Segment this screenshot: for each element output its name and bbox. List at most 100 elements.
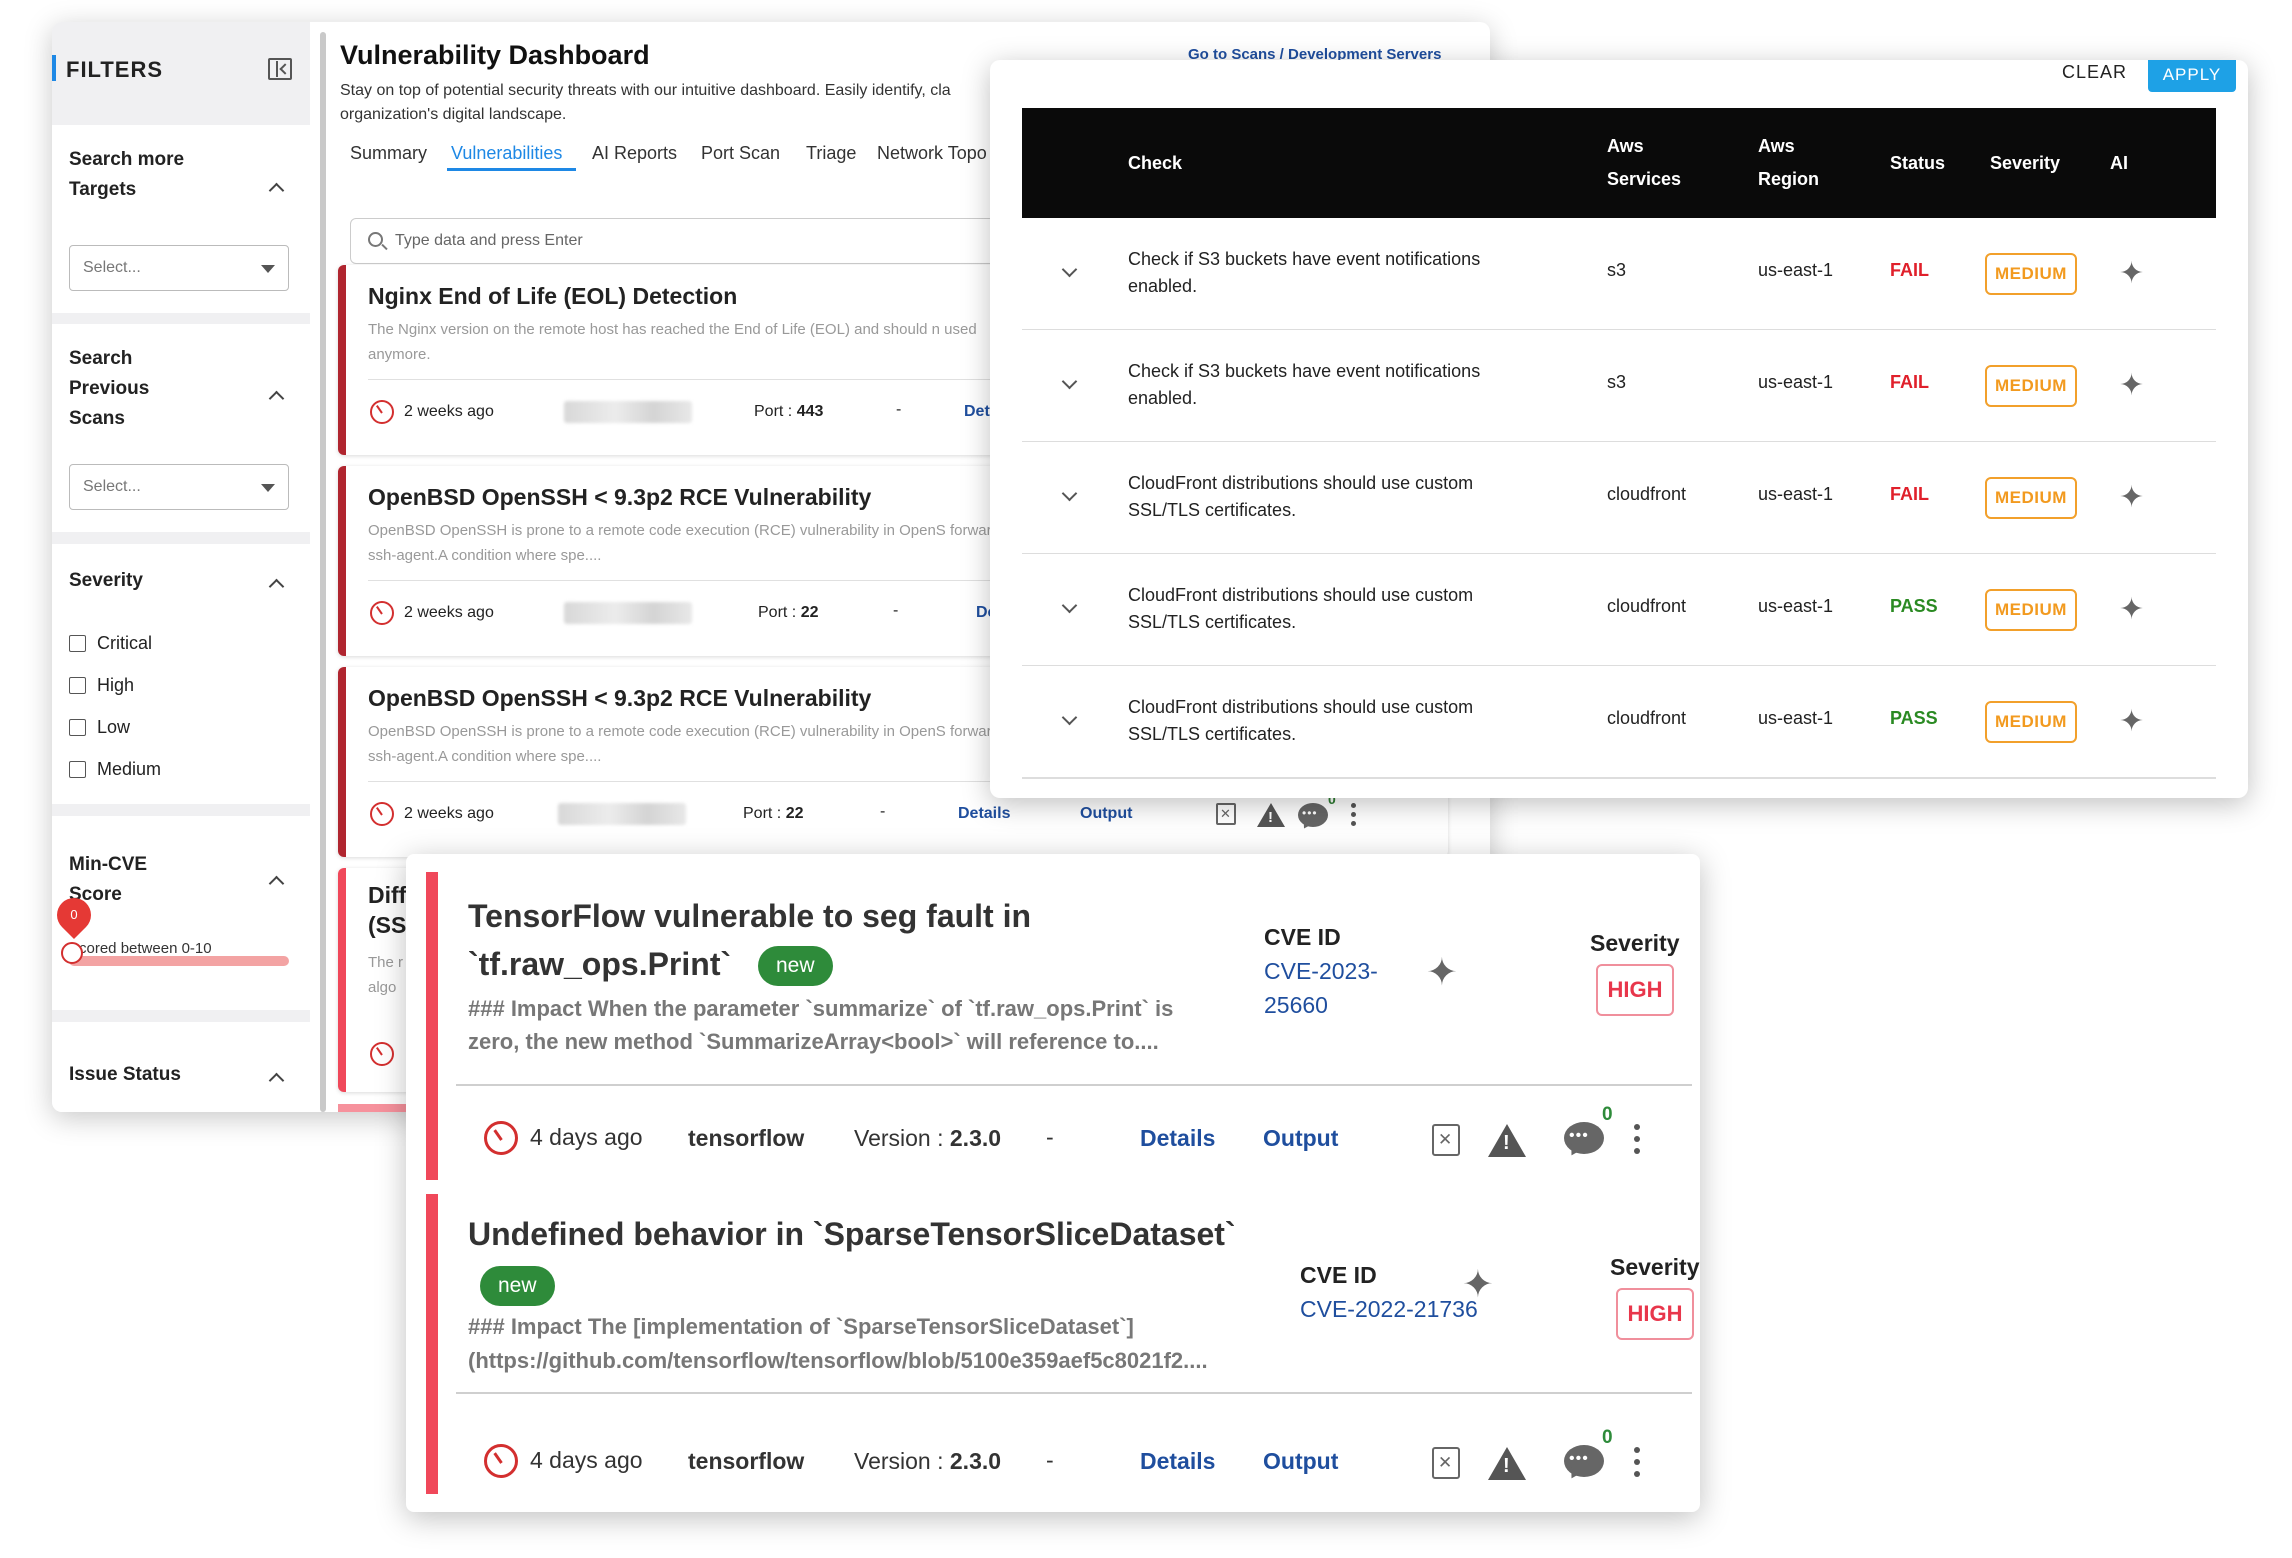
output-link[interactable]: Output	[1263, 1448, 1338, 1475]
calendar-dismiss-icon[interactable]	[1432, 1447, 1460, 1479]
vulnerability-description-line2: zero, the new method `SummarizeArray<boo…	[468, 1029, 1159, 1054]
ai-sparkle-icon[interactable]: ✦	[2119, 592, 2144, 627]
version-value: 2.3.0	[949, 1125, 1002, 1151]
comment-icon[interactable]	[1564, 1122, 1604, 1154]
aws-service: cloudfront	[1607, 596, 1687, 616]
page-subtitle: Stay on top of potential security threat…	[340, 82, 951, 123]
chevron-up-icon[interactable]	[268, 182, 285, 199]
vulnerability-title[interactable]: TensorFlow vulnerable to seg fault in	[468, 892, 1031, 940]
more-options-icon[interactable]	[1351, 803, 1357, 827]
min-cve-slider-handle[interactable]	[61, 942, 83, 964]
table-row[interactable]: CloudFront distributions should use cust…	[1022, 666, 2216, 778]
new-badge: new	[480, 1266, 555, 1306]
targets-label: Search more Targets	[69, 149, 185, 200]
column-header-check[interactable]: Check	[1128, 147, 1182, 179]
column-header-aws-services[interactable]: Aws	[1607, 130, 1644, 162]
cve-id-link[interactable]: CVE-2022-21736	[1300, 1292, 1478, 1326]
vulnerability-card[interactable]: Undefined behavior in `SparseTensorSlice…	[426, 1194, 1700, 1494]
warning-icon[interactable]	[1488, 1447, 1526, 1480]
details-link[interactable]: Details	[1140, 1448, 1215, 1475]
cve-id-label: CVE ID	[1300, 1262, 1377, 1288]
calendar-dismiss-icon[interactable]	[1432, 1124, 1460, 1156]
tab-vulnerabilities[interactable]: Vulnerabilities	[451, 143, 562, 164]
more-options-icon[interactable]	[1634, 1124, 1641, 1154]
vulnerability-title-line2[interactable]: `tf.raw_ops.Print`	[468, 940, 731, 988]
ai-sparkle-icon[interactable]: ✦	[2119, 704, 2144, 739]
details-link[interactable]: Details	[1140, 1125, 1215, 1152]
expand-row-chevron-icon[interactable]	[1061, 597, 1078, 614]
clock-icon	[370, 400, 394, 424]
table-header: Check Aws Services Aws Region Status Sev…	[1022, 108, 2216, 218]
warning-icon[interactable]	[1488, 1124, 1526, 1157]
tab-ai-reports[interactable]: AI Reports	[592, 143, 677, 164]
comment-icon[interactable]	[1564, 1445, 1604, 1477]
expand-row-chevron-icon[interactable]	[1061, 485, 1078, 502]
expand-row-chevron-icon[interactable]	[1061, 373, 1078, 390]
checkbox[interactable]	[69, 719, 86, 736]
vulnerability-description: ### Impact The [implementation of `Spars…	[468, 1314, 1134, 1339]
table-row[interactable]: CloudFront distributions should use cust…	[1022, 554, 2216, 666]
vulnerability-title-line2[interactable]: (SS	[368, 912, 406, 939]
tab-triage[interactable]: Triage	[806, 143, 856, 164]
package-vulnerabilities-window: TensorFlow vulnerable to seg fault in `t…	[406, 854, 1700, 1512]
min-cve-slider-track[interactable]	[69, 956, 289, 966]
divider	[456, 1392, 1692, 1394]
tab-network-topology[interactable]: Network Topo	[877, 143, 987, 164]
details-link[interactable]: Details	[958, 805, 1010, 823]
column-header-aws-region-line2[interactable]: Region	[1758, 163, 1819, 195]
clear-button[interactable]: CLEAR	[2062, 62, 2127, 83]
chevron-up-icon[interactable]	[268, 875, 285, 892]
chevron-up-icon[interactable]	[268, 1072, 285, 1089]
ai-sparkle-icon[interactable]: ✦	[2119, 368, 2144, 403]
tab-port-scan[interactable]: Port Scan	[701, 143, 780, 164]
separator-dash: -	[893, 602, 899, 619]
scrollbar[interactable]	[320, 32, 326, 1112]
search-input[interactable]: Type data and press Enter	[350, 218, 1070, 264]
collapse-sidebar-icon[interactable]	[268, 58, 292, 80]
cve-id-link-line2[interactable]: 25660	[1264, 988, 1328, 1022]
table-row[interactable]: Check if S3 buckets have event notificat…	[1022, 218, 2216, 330]
column-header-status[interactable]: Status	[1890, 147, 1945, 179]
expand-row-chevron-icon[interactable]	[1061, 261, 1078, 278]
more-options-icon[interactable]	[1634, 1447, 1641, 1477]
card-accent-bar	[338, 667, 346, 857]
ai-sparkle-icon[interactable]: ✦	[1426, 950, 1458, 995]
cve-id-link[interactable]: CVE-2023-	[1264, 954, 1378, 988]
chevron-up-icon[interactable]	[268, 578, 285, 595]
vulnerability-title[interactable]: Undefined behavior in `SparseTensorSlice…	[468, 1210, 1236, 1258]
column-header-severity[interactable]: Severity	[1990, 147, 2060, 179]
column-header-aws-region[interactable]: Aws	[1758, 130, 1795, 162]
severity-label: Severity	[1610, 1254, 1700, 1280]
table-row[interactable]: CloudFront distributions should use cust…	[1022, 442, 2216, 554]
previous-scans-select[interactable]: Select...	[69, 464, 289, 510]
column-header-ai[interactable]: AI	[2110, 147, 2128, 179]
table-row[interactable]: Check if S3 buckets have event notificat…	[1022, 330, 2216, 442]
vulnerability-title[interactable]: Diff	[368, 882, 406, 909]
expand-row-chevron-icon[interactable]	[1061, 709, 1078, 726]
column-header-aws-services-line2[interactable]: Services	[1607, 163, 1681, 195]
aws-region: us-east-1	[1758, 260, 1834, 280]
vulnerability-card[interactable]: TensorFlow vulnerable to seg fault in `t…	[426, 872, 1700, 1180]
output-link[interactable]: Output	[1263, 1125, 1338, 1152]
ai-sparkle-icon[interactable]: ✦	[2119, 480, 2144, 515]
time-ago: 4 days ago	[530, 1447, 643, 1473]
vulnerability-title[interactable]: OpenBSD OpenSSH < 9.3p2 RCE Vulnerabilit…	[368, 484, 871, 511]
output-link[interactable]: Output	[1080, 805, 1132, 823]
targets-select[interactable]: Select...	[69, 245, 289, 291]
checkbox[interactable]	[69, 761, 86, 778]
ai-sparkle-icon[interactable]: ✦	[1462, 1262, 1494, 1307]
checkbox[interactable]	[69, 677, 86, 694]
previous-scans-select-placeholder: Select...	[83, 478, 141, 495]
warning-icon[interactable]	[1257, 803, 1285, 827]
vulnerability-title[interactable]: Nginx End of Life (EOL) Detection	[368, 283, 737, 310]
calendar-dismiss-icon[interactable]	[1216, 803, 1236, 825]
vulnerability-title[interactable]: OpenBSD OpenSSH < 9.3p2 RCE Vulnerabilit…	[368, 685, 871, 712]
apply-button[interactable]: APPLY	[2148, 60, 2236, 92]
ai-sparkle-icon[interactable]: ✦	[2119, 256, 2144, 291]
status-badge: PASS	[1890, 708, 1938, 728]
tab-summary[interactable]: Summary	[350, 143, 427, 164]
chevron-up-icon[interactable]	[268, 390, 285, 407]
port-value: 22	[800, 604, 819, 621]
checkbox[interactable]	[69, 635, 86, 652]
comment-icon[interactable]	[1298, 803, 1328, 827]
